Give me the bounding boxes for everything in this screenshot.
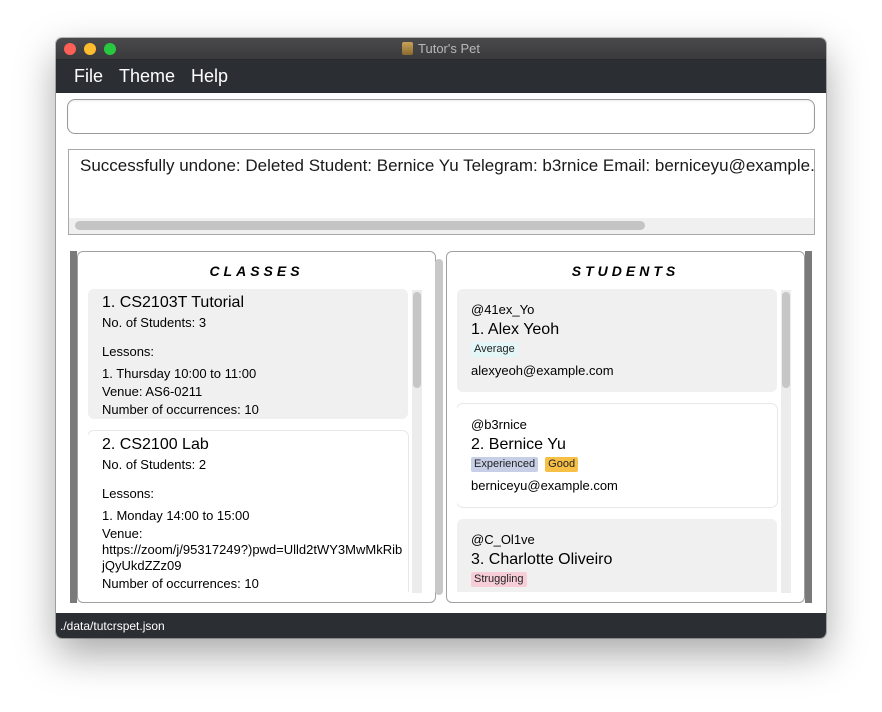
class-title: 1. CS2103T Tutorial xyxy=(102,294,245,311)
app-icon xyxy=(402,42,414,55)
class-venue-link-cont: jQyUkdZZz09 xyxy=(102,558,182,573)
result-display: Successfully undone: Deleted Student: Be… xyxy=(68,149,815,235)
student-email: berniceyu@example.com xyxy=(471,478,618,493)
student-handle: @b3rnice xyxy=(471,417,527,432)
result-scrollbar-thumb[interactable] xyxy=(75,221,645,230)
student-tags: Average xyxy=(471,342,763,357)
class-lesson: 1. Thursday 10:00 to 11:00 xyxy=(102,366,257,381)
students-list: @41ex_Yo 1. Alex Yeoh Average alexyeoh@e… xyxy=(457,289,779,592)
student-email: alexyeoh@example.com xyxy=(471,363,614,378)
class-lesson: 1. Monday 14:00 to 15:00 xyxy=(102,508,250,523)
tag-struggling: Struggling xyxy=(471,572,527,587)
student-name: 2. Bernice Yu xyxy=(471,436,566,453)
status-bar: ./data/tutcrspet.json xyxy=(56,613,826,638)
app-window: Tutor's Pet File Theme Help Successfully… xyxy=(56,38,826,638)
class-title: 2. CS2100 Lab xyxy=(102,436,209,453)
right-edge-bar xyxy=(805,251,812,603)
menu-help[interactable]: Help xyxy=(191,66,228,87)
classes-scrollbar[interactable] xyxy=(412,290,422,593)
class-student-count: No. of Students: 2 xyxy=(102,457,207,472)
menu-bar: File Theme Help xyxy=(56,60,826,93)
classes-list: 1. CS2103T Tutorial No. of Students: 3 L… xyxy=(88,289,424,592)
student-card[interactable]: @41ex_Yo 1. Alex Yeoh Average alexyeoh@e… xyxy=(457,289,777,392)
command-input[interactable] xyxy=(68,100,814,133)
class-venue-link: https://zoom/j/95317249?)pwd=Ulld2tWY3Mw… xyxy=(102,542,403,557)
tag-experienced: Experienced xyxy=(471,457,539,472)
student-card[interactable]: @b3rnice 2. Bernice Yu Experienced Good … xyxy=(457,404,777,507)
classes-scrollbar-thumb[interactable] xyxy=(413,292,421,388)
student-name: 1. Alex Yeoh xyxy=(471,321,560,338)
lists-area: CLASSES 1. CS2103T Tutorial No. of Stude… xyxy=(70,251,812,603)
class-occurrences: Number of occurrences: 10 xyxy=(102,576,259,591)
student-tags: Struggling xyxy=(471,572,763,587)
student-handle: @C_Ol1ve xyxy=(471,532,535,547)
command-box xyxy=(67,99,815,134)
tag-good: Good xyxy=(545,457,579,472)
class-lessons-label: Lessons: xyxy=(102,486,155,501)
data-file-path: ./data/tutcrspet.json xyxy=(60,618,165,633)
students-scrollbar[interactable] xyxy=(781,290,791,593)
classes-panel: CLASSES 1. CS2103T Tutorial No. of Stude… xyxy=(77,251,436,603)
student-name: 3. Charlotte Oliveiro xyxy=(471,551,613,568)
result-message: Successfully undone: Deleted Student: Be… xyxy=(80,156,815,175)
student-card[interactable]: @C_Ol1ve 3. Charlotte Oliveiro Strugglin… xyxy=(457,519,777,592)
left-edge-bar xyxy=(70,251,77,603)
students-panel: STUDENTS @41ex_Yo 1. Alex Yeoh Average a… xyxy=(446,251,805,603)
student-tags: Experienced Good xyxy=(471,457,763,472)
tag-average: Average xyxy=(471,342,518,357)
result-horizontal-scrollbar[interactable] xyxy=(69,218,814,234)
window-title: Tutor's Pet xyxy=(418,41,480,56)
students-panel-title: STUDENTS xyxy=(571,263,680,279)
classes-panel-title: CLASSES xyxy=(209,263,304,279)
class-occurrences: Number of occurrences: 10 xyxy=(102,402,259,417)
student-handle: @41ex_Yo xyxy=(471,302,535,317)
class-card[interactable]: 1. CS2103T Tutorial No. of Students: 3 L… xyxy=(88,289,408,419)
window-title-group: Tutor's Pet xyxy=(56,38,826,59)
menu-theme[interactable]: Theme xyxy=(119,66,175,87)
panel-splitter[interactable] xyxy=(435,259,443,595)
title-bar: Tutor's Pet xyxy=(56,38,826,60)
menu-file[interactable]: File xyxy=(74,66,103,87)
class-student-count: No. of Students: 3 xyxy=(102,315,207,330)
class-lessons-label: Lessons: xyxy=(102,344,155,359)
students-scrollbar-thumb[interactable] xyxy=(782,292,790,388)
class-card[interactable]: 2. CS2100 Lab No. of Students: 2 Lessons… xyxy=(88,431,408,592)
class-venue-label: Venue: xyxy=(102,526,143,541)
class-venue: Venue: AS6-0211 xyxy=(102,384,203,399)
